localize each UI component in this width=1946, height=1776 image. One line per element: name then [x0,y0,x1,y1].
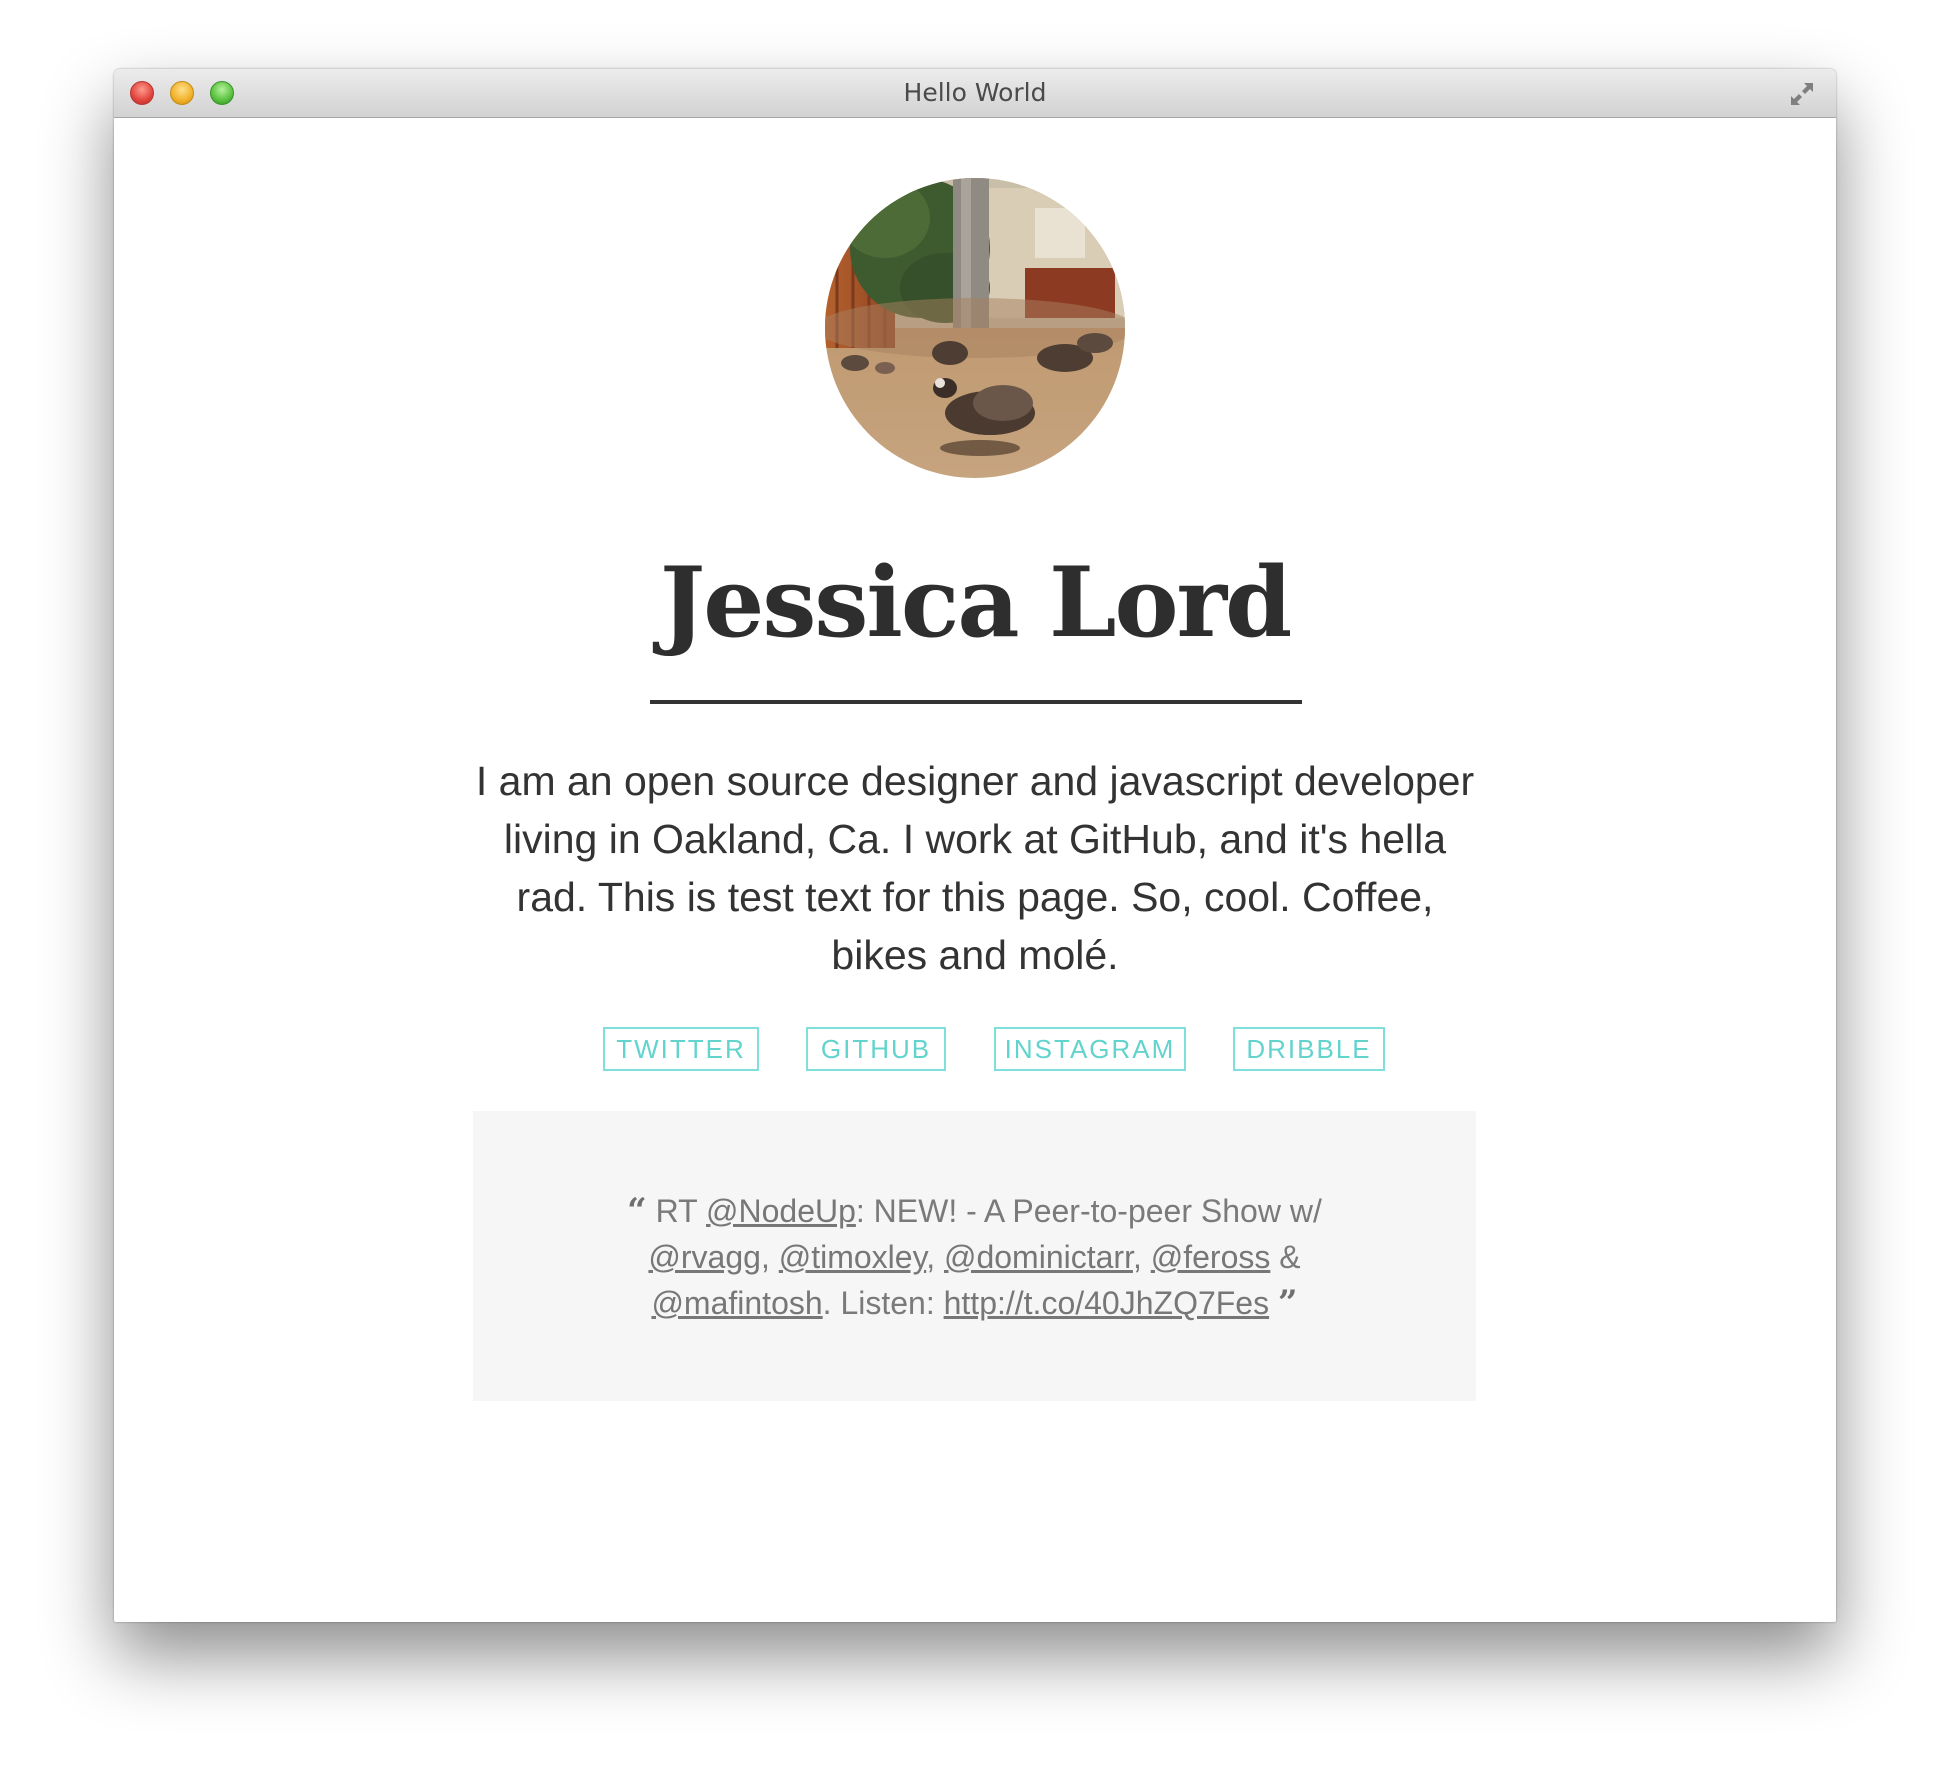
profile-bio: I am an open source designer and javascr… [475,758,1475,978]
avatar [825,178,1125,478]
dribble-link[interactable]: DRIBBLE [1233,1027,1385,1071]
tweet-prefix: RT [655,1193,698,1229]
mention-rvagg-link[interactable]: @rvagg [648,1239,761,1275]
mention-timoxley-link[interactable]: @timoxley [779,1239,926,1275]
latest-tweet-box: “ RT @NodeUp: NEW! - A Peer-to-peer Show… [473,1111,1476,1401]
title-bar[interactable]: Hello World [114,69,1836,118]
tweet-ampersand: & [1279,1239,1301,1275]
mention-nodeup-link[interactable]: @NodeUp [706,1193,856,1229]
tweet-text: “ RT @NodeUp: NEW! - A Peer-to-peer Show… [627,1191,1322,1323]
page-content: Jessica Lord I am an open source designe… [114,118,1836,1622]
profile-name: Jessica Lord [659,546,1292,659]
open-quote-icon: “ [627,1191,647,1231]
twitter-link[interactable]: TWITTER [603,1027,759,1071]
close-quote-icon: ” [1277,1283,1298,1323]
window-title: Hello World [903,78,1047,107]
fullscreen-icon[interactable] [1788,80,1816,108]
mention-mafintosh-link[interactable]: @mafintosh [651,1285,822,1321]
github-link[interactable]: GITHUB [806,1027,946,1071]
tweet-text-part-2: . Listen: [822,1285,935,1321]
tweet-text-part-1: : NEW! - A Peer-to-peer Show w/ [855,1193,1322,1229]
mention-dominictarr-link[interactable]: @dominictarr [944,1239,1133,1275]
name-divider [650,700,1302,704]
instagram-link[interactable]: INSTAGRAM [994,1027,1186,1071]
turkeys-photo-icon [825,178,1125,478]
tweet-url-link[interactable]: http://t.co/40JhZQ7Fes [944,1285,1269,1321]
mention-feross-link[interactable]: @feross [1151,1239,1271,1275]
app-window: Hello World Jessica Lord I am an open so… [114,69,1836,1622]
